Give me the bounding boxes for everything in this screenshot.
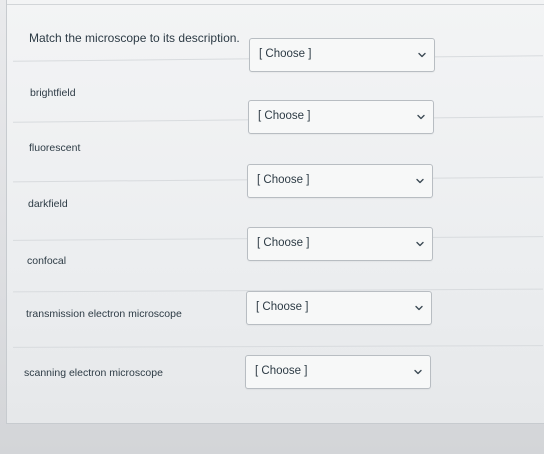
- match-label-scanning-electron-microscope: scanning electron microscope: [24, 367, 163, 379]
- select-value: [ Choose ]: [259, 48, 312, 60]
- match-label-brightfield: brightfield: [30, 87, 76, 99]
- match-select-confocal[interactable]: [ Choose ]: [247, 227, 433, 261]
- select-value: [ Choose ]: [257, 174, 310, 186]
- match-select-scanning-electron-microscope[interactable]: [ Choose ]: [245, 355, 431, 389]
- match-select-fluorescent[interactable]: [ Choose ]: [248, 100, 434, 134]
- row-divider: [12, 345, 544, 348]
- select-value: [ Choose ]: [255, 365, 308, 377]
- question-card: Match the microscope to its description.…: [6, 0, 544, 424]
- question-prompt: Match the microscope to its description.: [29, 31, 240, 45]
- match-label-darkfield: darkfield: [28, 198, 68, 210]
- chevron-down-icon: [415, 176, 425, 186]
- chevron-down-icon: [416, 112, 426, 122]
- select-value: [ Choose ]: [256, 301, 309, 313]
- chevron-down-icon: [415, 239, 425, 249]
- card-top-border: [7, 4, 544, 5]
- select-value: [ Choose ]: [258, 110, 311, 122]
- chevron-down-icon: [414, 303, 424, 313]
- match-label-confocal: confocal: [27, 255, 67, 267]
- match-select-transmission-electron-microscope[interactable]: [ Choose ]: [246, 291, 432, 325]
- match-select-brightfield[interactable]: [ Choose ]: [249, 38, 435, 72]
- match-select-darkfield[interactable]: [ Choose ]: [247, 164, 433, 198]
- chevron-down-icon: [417, 50, 427, 60]
- chevron-down-icon: [413, 367, 423, 377]
- match-label-transmission-electron-microscope: transmission electron microscope: [26, 308, 182, 320]
- match-label-fluorescent: fluorescent: [29, 142, 81, 154]
- select-value: [ Choose ]: [257, 237, 310, 249]
